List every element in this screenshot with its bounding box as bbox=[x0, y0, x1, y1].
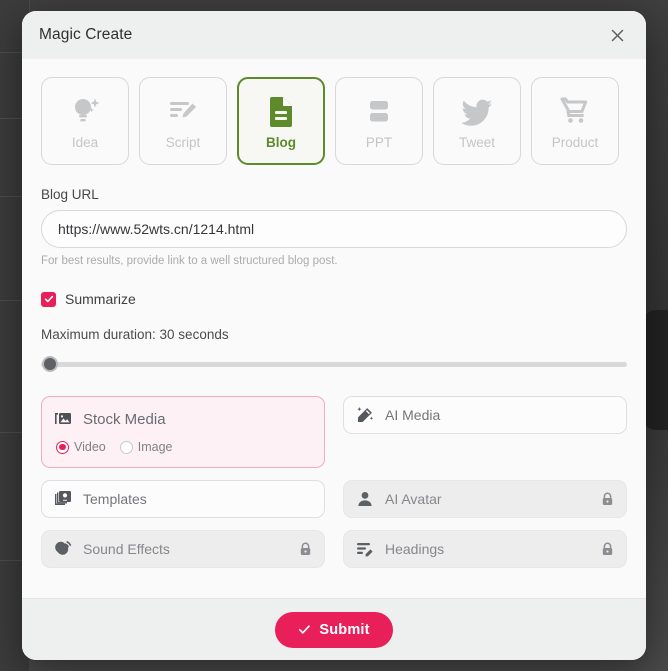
tab-ppt[interactable]: PPT bbox=[335, 77, 423, 165]
blog-url-field-group: Blog URL For best results, provide link … bbox=[41, 187, 627, 267]
image-stack-icon bbox=[54, 410, 72, 428]
radio-label: Video bbox=[74, 440, 106, 454]
lock-icon bbox=[601, 492, 614, 506]
duration-slider[interactable] bbox=[41, 356, 627, 372]
radio-label: Image bbox=[137, 440, 173, 454]
tab-tweet[interactable]: Tweet bbox=[433, 77, 521, 165]
stock-media-radio-group: Video Image bbox=[54, 440, 312, 454]
close-icon[interactable] bbox=[602, 20, 632, 50]
tab-blog[interactable]: Blog bbox=[237, 77, 325, 165]
dialog-title: Magic Create bbox=[39, 26, 133, 43]
tab-product[interactable]: Product bbox=[531, 77, 619, 165]
submit-button[interactable]: Submit bbox=[275, 611, 393, 648]
tab-label: PPT bbox=[365, 135, 393, 150]
sound-wave-icon bbox=[54, 540, 72, 558]
tab-label: Script bbox=[165, 135, 201, 150]
content-type-tabs: Idea Script Blog PPT Tweet Product bbox=[41, 77, 627, 165]
templates-icon bbox=[54, 490, 72, 508]
asset-card-ai-media[interactable]: AI Media bbox=[343, 396, 627, 434]
person-icon bbox=[356, 490, 374, 508]
asset-card-sound-effects[interactable]: Sound Effects bbox=[41, 530, 325, 568]
duration-slider-thumb[interactable] bbox=[42, 356, 58, 372]
tab-script[interactable]: Script bbox=[139, 77, 227, 165]
lock-icon bbox=[299, 542, 312, 556]
blog-url-hint: For best results, provide link to a well… bbox=[41, 255, 338, 267]
check-icon bbox=[298, 623, 311, 636]
asset-card-ai-avatar[interactable]: AI Avatar bbox=[343, 480, 627, 518]
tab-label: Tweet bbox=[458, 135, 496, 150]
asset-card-label: AI Avatar bbox=[385, 491, 442, 507]
blog-url-input[interactable] bbox=[41, 210, 627, 248]
tab-idea[interactable]: Idea bbox=[41, 77, 129, 165]
tab-label: Product bbox=[551, 135, 599, 150]
asset-options-grid: Stock Media Video Image AI Media Templat… bbox=[41, 396, 627, 568]
duration-slider-track[interactable] bbox=[41, 362, 627, 367]
asset-card-label: AI Media bbox=[385, 407, 441, 423]
asset-card-label: Headings bbox=[385, 541, 445, 557]
tab-label: Idea bbox=[71, 135, 99, 150]
slides-layout-icon bbox=[362, 92, 396, 128]
asset-card-label: Stock Media bbox=[83, 410, 166, 428]
summarize-checkbox[interactable] bbox=[41, 291, 56, 307]
asset-card-header: Stock Media bbox=[54, 410, 312, 428]
dialog-footer: Submit bbox=[22, 598, 646, 660]
submit-label: Submit bbox=[319, 621, 370, 638]
lock-icon bbox=[601, 542, 614, 556]
magic-wand-icon bbox=[356, 406, 374, 424]
heading-text-icon bbox=[356, 540, 374, 558]
radio-option-image[interactable]: Image bbox=[119, 440, 173, 454]
script-pencil-icon bbox=[166, 92, 200, 128]
asset-card-headings[interactable]: Headings bbox=[343, 530, 627, 568]
radio-dot bbox=[119, 440, 133, 454]
asset-card-stock-media[interactable]: Stock Media Video Image bbox=[41, 396, 325, 468]
radio-option-video[interactable]: Video bbox=[56, 440, 106, 454]
summarize-row[interactable]: Summarize bbox=[41, 291, 627, 307]
shopping-cart-icon bbox=[558, 92, 592, 128]
lightbulb-sparkle-icon bbox=[68, 92, 102, 128]
asset-card-label: Sound Effects bbox=[83, 541, 170, 557]
blog-url-label: Blog URL bbox=[41, 187, 99, 202]
asset-card-label: Templates bbox=[83, 491, 147, 507]
tab-label: Blog bbox=[266, 135, 296, 150]
asset-card-templates[interactable]: Templates bbox=[41, 480, 325, 518]
summarize-label: Summarize bbox=[65, 291, 136, 307]
duration-label: Maximum duration: 30 seconds bbox=[41, 327, 229, 342]
radio-dot bbox=[56, 440, 69, 454]
dialog-header: Magic Create bbox=[22, 11, 646, 59]
dialog-body: Idea Script Blog PPT Tweet Product Blog … bbox=[22, 59, 646, 598]
magic-create-dialog: Magic Create Idea Script Blog PPT Tweet … bbox=[22, 11, 646, 660]
document-lines-icon bbox=[265, 92, 297, 128]
twitter-bird-icon bbox=[460, 92, 494, 128]
